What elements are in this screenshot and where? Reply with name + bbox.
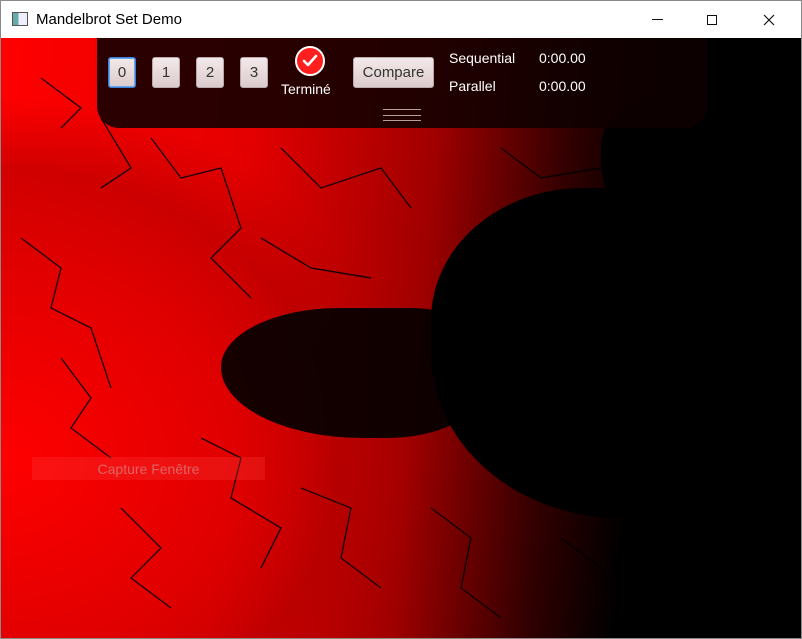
maximize-button[interactable]	[689, 1, 735, 38]
minimize-button[interactable]	[634, 1, 680, 38]
mode-button-0[interactable]: 0	[108, 57, 136, 88]
app-window: Mandelbrot Set Demo 0 1 2 3 Terminé Comp…	[0, 0, 802, 639]
mode-button-2[interactable]: 2	[196, 57, 224, 88]
title-bar[interactable]: Mandelbrot Set Demo	[1, 1, 801, 38]
minimize-icon	[651, 19, 663, 20]
capture-window-overlay[interactable]: Capture Fenêtre	[32, 457, 265, 480]
parallel-label: Parallel	[449, 78, 496, 94]
maximize-icon	[707, 14, 717, 25]
app-window-icon	[12, 12, 28, 26]
mode-button-1[interactable]: 1	[152, 57, 180, 88]
control-toolbar: 0 1 2 3 Terminé Compare Sequential 0:00.…	[97, 38, 707, 128]
parallel-time: 0:00.00	[539, 78, 586, 94]
checkmark-icon	[295, 46, 325, 76]
mode-button-3[interactable]: 3	[240, 57, 268, 88]
fractal-filaments	[20, 77, 632, 619]
close-icon	[763, 14, 775, 25]
drag-grip-handle[interactable]	[383, 109, 421, 121]
mandelbrot-canvas[interactable]: 0 1 2 3 Terminé Compare Sequential 0:00.…	[1, 38, 801, 638]
sequential-time: 0:00.00	[539, 50, 586, 66]
close-button[interactable]	[746, 1, 792, 38]
compare-button[interactable]: Compare	[353, 57, 434, 88]
status-label: Terminé	[281, 81, 331, 97]
sequential-label: Sequential	[449, 50, 516, 66]
window-title: Mandelbrot Set Demo	[36, 11, 182, 28]
